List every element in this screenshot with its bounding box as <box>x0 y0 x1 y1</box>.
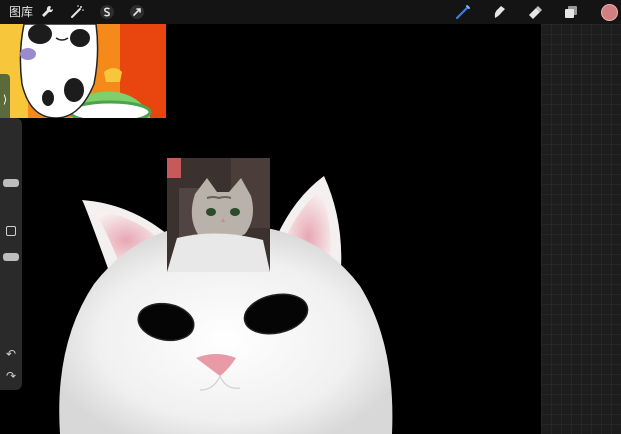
opacity-slider[interactable] <box>3 253 19 261</box>
smudge-icon[interactable] <box>490 3 508 21</box>
reference-window[interactable]: ⟩ <box>0 24 166 118</box>
selection-icon[interactable] <box>98 3 116 21</box>
left-sidebar: ↶ ↷ <box>0 118 22 390</box>
reference-collapse-tab[interactable]: ⟩ <box>0 74 10 118</box>
brush-size-slider[interactable] <box>3 179 19 187</box>
color-picker-button[interactable] <box>601 4 618 21</box>
magic-wand-icon[interactable] <box>68 3 86 21</box>
canvas-margin-panel <box>541 24 621 434</box>
top-toolbar: 图库 <box>0 0 621 24</box>
transform-icon[interactable] <box>128 3 146 21</box>
modify-button[interactable] <box>6 226 16 236</box>
gallery-button[interactable]: 图库 <box>9 4 33 20</box>
eraser-icon[interactable] <box>526 3 544 21</box>
brush-icon[interactable] <box>454 3 472 21</box>
undo-button[interactable]: ↶ <box>4 348 18 360</box>
layers-icon[interactable] <box>562 3 580 21</box>
photo-reference <box>167 158 270 272</box>
redo-button[interactable]: ↷ <box>4 370 18 382</box>
wrench-icon[interactable] <box>38 3 56 21</box>
